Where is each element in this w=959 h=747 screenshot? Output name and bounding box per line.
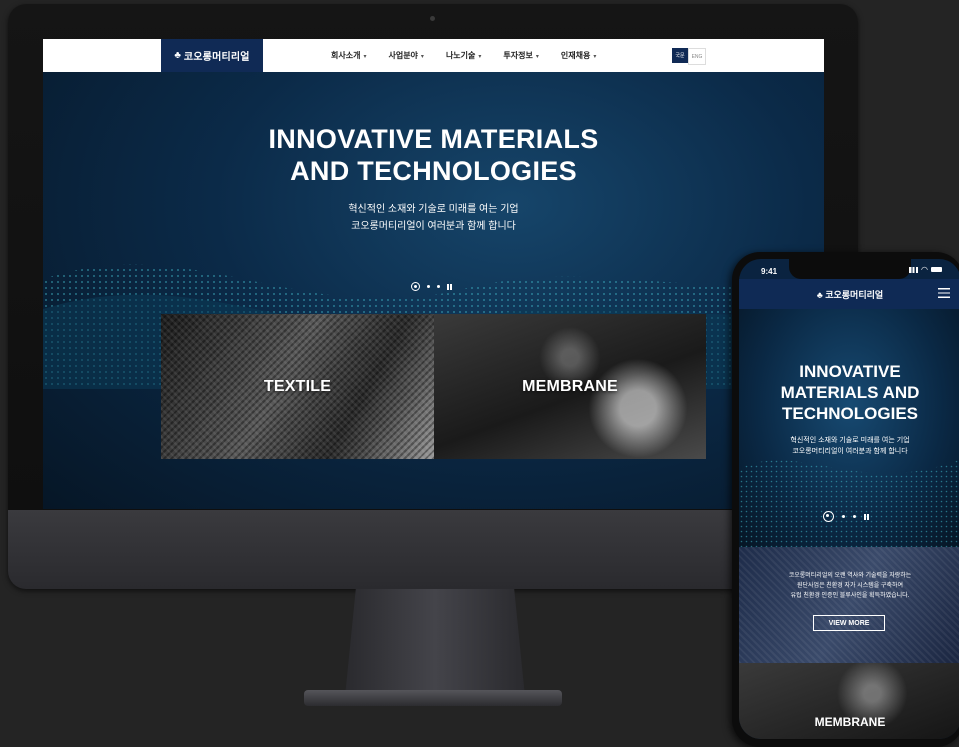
mobile-membrane-label: MEMBRANE [814,715,886,729]
desktop-screen: ♣ 코오롱머티리얼 회사소개 ▾ 사업분야 ▾ 나노기술 ▾ 투자정보 ▾ 인재채용 ▾ … [43,39,824,509]
membrane-card-label: MEMBRANE [522,377,618,395]
info-text-line: 원단사업은 친환경 자가 시스템을 구축하여 [796,583,904,589]
slide-dot[interactable] [437,285,440,288]
view-more-button[interactable]: VIEW MORE [813,615,885,631]
hero-subtitle-line: 코오롱머티리얼이 여러분과 함께 합니다 [351,221,516,232]
hero-title-line: AND TECHNOLOGIES [290,156,577,186]
top-navbar: ♣ 코오롱머티리얼 회사소개 ▾ 사업분야 ▾ 나노기술 ▾ 투자정보 ▾ 인재채용 ▾ … [43,39,824,72]
textile-card-label: TEXTILE [263,377,332,395]
mobile-hero-subtitle: 혁신적인 소재와 기술로 미래를 여는 기업 코오롱머티리얼이 여러분과 함께 … [739,435,959,457]
textile-info-text: 코오롱머티리얼의 오랜 역사와 기술력을 자랑하는 원단사업은 친환경 자가 시… [749,571,951,601]
caret-down-icon: ▾ [363,54,367,60]
mobile-hero-title-line: TECHNOLOGIES [781,404,918,423]
slide-dot[interactable] [427,285,430,288]
pause-icon[interactable] [447,283,452,290]
mobile-hero-title: INNOVATIVE MATERIALS AND TECHNOLOGIES [739,361,959,424]
monitor-chin [8,510,858,589]
caret-down-icon: ▾ [478,54,482,60]
menu-item-investor[interactable]: 투자정보 ▾ [503,50,538,61]
mobile-hero-title-line: INNOVATIVE [799,362,901,381]
menu-item-company[interactable]: 회사소개 ▾ [331,50,366,61]
logo-text: 코오롱머티리얼 [183,52,250,63]
slide-dot-active[interactable] [411,282,420,291]
menu-label: 투자정보 [503,51,533,60]
info-text-line: 유럽 친환경 인증인 블루사인을 획득하였습니다. [790,593,910,599]
mobile-logo[interactable]: ♣ 코오롱머티리얼 [817,288,883,301]
pause-icon[interactable] [864,513,869,520]
phone-notch [789,259,911,279]
status-icons: ◠ [909,265,942,274]
hero-title-line: INNOVATIVE MATERIALS [268,124,599,154]
slide-dot-active[interactable] [823,511,834,522]
main-menu: 회사소개 ▾ 사업분야 ▾ 나노기술 ▾ 투자정보 ▾ 인재채용 ▾ [331,39,596,72]
menu-item-careers[interactable]: 인재채용 ▾ [561,50,596,61]
slide-dot[interactable] [842,515,845,518]
hero-subtitle-line: 혁신적인 소재와 기술로 미래를 여는 기업 [348,204,519,215]
membrane-card[interactable]: MEMBRANE [434,314,706,459]
caret-down-icon: ▾ [535,54,539,60]
textile-card[interactable]: TEXTILE [161,314,434,459]
signal-icon [909,266,918,273]
battery-icon [930,267,942,272]
caret-down-icon: ▾ [420,54,424,60]
info-text-line: 코오롱머티리얼의 오랜 역사와 기술력을 자랑하는 [788,573,912,579]
logo-icon: ♣ [174,50,181,61]
caret-down-icon: ▾ [593,54,597,60]
lang-eng-button[interactable]: ENG [688,48,706,65]
language-switch: 국문 ENG [672,48,706,65]
monitor-base [304,690,562,706]
site-logo[interactable]: ♣ 코오롱머티리얼 [161,39,263,72]
mobile-header: ♣ 코오롱머티리얼 [739,279,959,309]
mobile-slider-pagination [823,511,869,522]
monitor-stand [345,589,525,697]
menu-label: 사업분야 [388,51,418,60]
menu-item-nanotech[interactable]: 나노기술 ▾ [446,50,481,61]
wifi-icon: ◠ [921,265,928,274]
mobile-hero-title-line: MATERIALS AND [780,383,920,402]
slide-dot[interactable] [853,515,856,518]
status-time: 9:41 [761,267,778,276]
mobile-hero-subtitle-line: 코오롱머티리얼이 여러분과 함께 합니다 [792,448,908,455]
lang-kor-button[interactable]: 국문 [672,48,688,63]
textile-info-section [739,547,959,663]
hamburger-menu-icon[interactable] [938,288,950,298]
camera-dot [430,16,435,21]
mobile-hero-subtitle-line: 혁신적인 소재와 기술로 미래를 여는 기업 [790,437,910,444]
hero-subtitle: 혁신적인 소재와 기술로 미래를 여는 기업 코오롱머티리얼이 여러분과 함께 … [43,201,824,235]
hero-title: INNOVATIVE MATERIALS AND TECHNOLOGIES [43,123,824,187]
slider-pagination [411,282,452,291]
menu-item-business[interactable]: 사업분야 ▾ [388,50,423,61]
menu-label: 나노기술 [445,51,476,60]
menu-label: 회사소개 [331,51,361,60]
menu-label: 인재채용 [560,51,591,60]
phone-screen: 9:41 ◠ ♣ 코오롱머티리얼 INNOVATIVE MATERIALS AN… [739,259,959,739]
